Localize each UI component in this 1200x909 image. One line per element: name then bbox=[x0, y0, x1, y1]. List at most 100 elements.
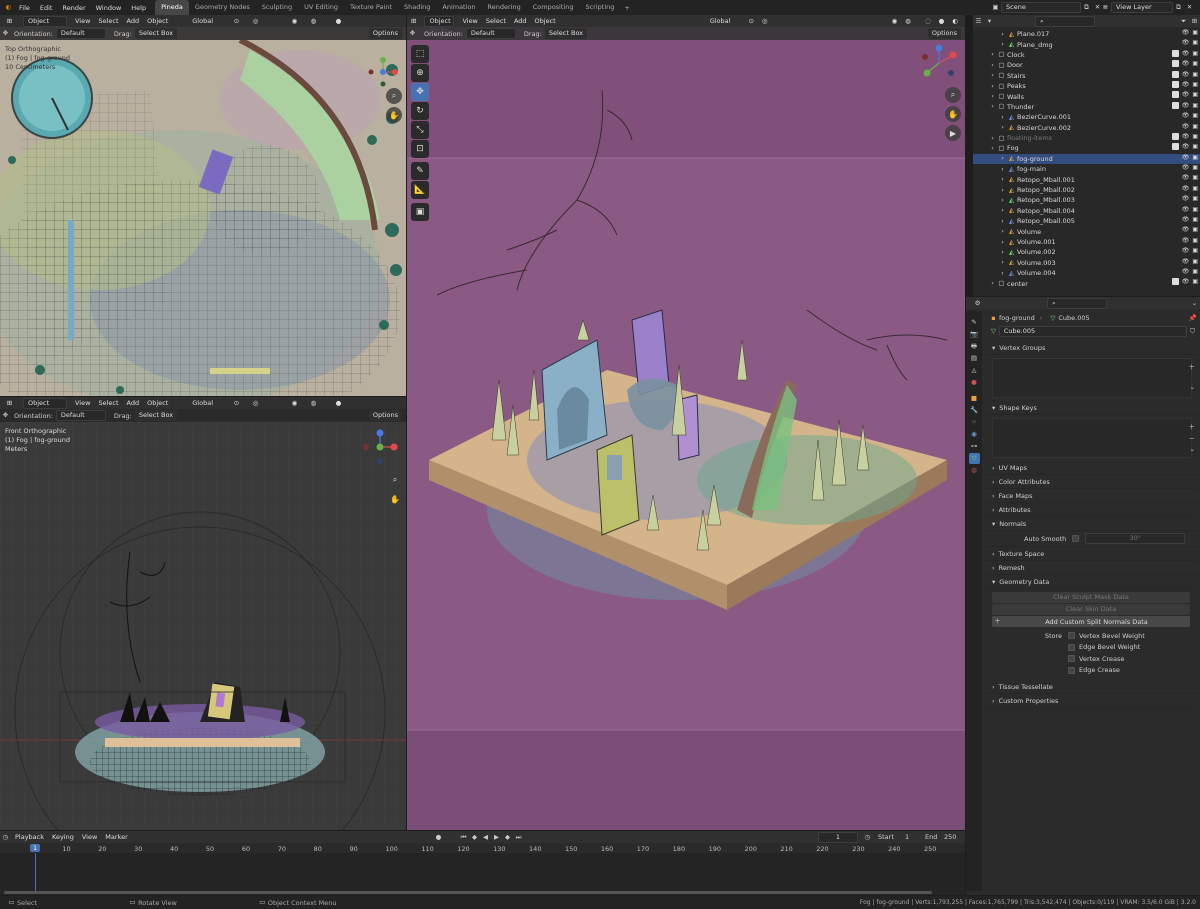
snap-icon[interactable]: ⊙ bbox=[748, 16, 753, 27]
expand-icon[interactable]: › bbox=[989, 60, 996, 71]
store-option-checkbox[interactable] bbox=[1068, 666, 1075, 674]
mode-dropdown[interactable]: Object Mode bbox=[23, 397, 67, 416]
camera-icon[interactable]: ▶ bbox=[945, 125, 961, 141]
properties-search[interactable]: ⌕ bbox=[1047, 297, 1107, 309]
shading-solid-icon[interactable]: ● bbox=[333, 16, 344, 27]
timeline-menu-marker[interactable]: Marker bbox=[105, 833, 127, 841]
eye-icon[interactable]: 👁 bbox=[1182, 102, 1190, 109]
orientation-dropdown[interactable]: Default bbox=[55, 410, 106, 421]
move-tool-icon[interactable]: ✥ bbox=[411, 83, 429, 101]
render-camera-icon[interactable]: ▣ bbox=[1192, 29, 1198, 36]
start-field[interactable]: 1 bbox=[905, 833, 909, 841]
object-menu[interactable]: Object bbox=[147, 399, 168, 407]
expand-icon[interactable]: › bbox=[999, 164, 1006, 175]
scale-tool-icon[interactable]: ⤡ bbox=[411, 121, 429, 139]
play-reverse-icon[interactable]: ◀ bbox=[480, 832, 491, 843]
zoom-icon[interactable]: ⌕ bbox=[386, 88, 402, 104]
menu-icon[interactable]: ⌄ bbox=[1190, 445, 1195, 453]
render-camera-icon[interactable]: ▣ bbox=[1192, 102, 1198, 109]
expand-icon[interactable]: › bbox=[999, 237, 1006, 248]
options-icon[interactable]: ⌄ bbox=[1189, 298, 1200, 309]
remove-icon[interactable]: － bbox=[1189, 433, 1196, 443]
expand-icon[interactable]: › bbox=[999, 195, 1006, 206]
store-option-checkbox[interactable] bbox=[1068, 632, 1075, 640]
eye-icon[interactable]: 👁 bbox=[1182, 195, 1190, 202]
view-layer-tab-icon[interactable]: ▤ bbox=[969, 353, 980, 364]
expand-icon[interactable]: › bbox=[989, 278, 996, 289]
view-menu[interactable]: View bbox=[75, 399, 90, 407]
view-menu[interactable]: View bbox=[75, 17, 90, 25]
outliner-row[interactable]: › ▢ Fog 👁 ▣ bbox=[973, 143, 1200, 153]
timeline-menu-playback[interactable]: Playback bbox=[15, 833, 44, 841]
select-menu[interactable]: Select bbox=[486, 17, 506, 25]
options-button[interactable]: Options bbox=[368, 28, 402, 39]
render-camera-icon[interactable]: ▣ bbox=[1192, 258, 1198, 265]
expand-icon[interactable]: › bbox=[999, 205, 1006, 216]
world-tab-icon[interactable]: ● bbox=[969, 377, 980, 388]
orientation-dropdown[interactable]: Default bbox=[55, 28, 106, 39]
eye-icon[interactable]: 👁 bbox=[1182, 206, 1190, 213]
expand-icon[interactable]: › bbox=[999, 257, 1006, 268]
view-layer-field[interactable]: View Layer bbox=[1111, 2, 1173, 13]
overlay-icon[interactable]: ◍ bbox=[905, 16, 911, 27]
panel-vertex-groups[interactable]: ▾ Vertex Groups bbox=[984, 341, 1198, 355]
render-camera-icon[interactable]: ▣ bbox=[1192, 185, 1198, 192]
display-mode-icon[interactable]: ▾ bbox=[984, 16, 995, 27]
overlay-icon[interactable]: ◍ bbox=[308, 398, 319, 409]
visibility-icon[interactable]: ◉ bbox=[289, 398, 300, 409]
outliner-row[interactable]: › ▢ floating-items 👁 ▣ bbox=[973, 132, 1200, 143]
transform-orientation-dropdown[interactable]: Global bbox=[192, 17, 213, 25]
visibility-icon[interactable]: ◉ bbox=[289, 16, 300, 27]
object-tab-icon[interactable]: ■ bbox=[969, 393, 980, 404]
object-menu[interactable]: Object bbox=[535, 17, 556, 25]
workspace-tab-uv-editing[interactable]: UV Editing bbox=[298, 0, 344, 15]
eye-icon[interactable]: 👁 bbox=[1182, 278, 1190, 285]
exclude-checkbox[interactable] bbox=[1171, 143, 1179, 151]
drag-dropdown[interactable]: Select Box bbox=[544, 28, 588, 39]
workspace-tab-rendering[interactable]: Rendering bbox=[482, 0, 527, 15]
select-menu[interactable]: Select bbox=[98, 17, 118, 25]
outliner-row[interactable]: › ◭ Retopo_Mball.001 👁 ▣ bbox=[973, 174, 1200, 184]
outliner-row[interactable]: › ◭ Volume.003 👁 ▣ bbox=[973, 258, 1200, 268]
panel-shape-keys[interactable]: ▾ Shape Keys bbox=[984, 401, 1198, 415]
panel-color-attributes[interactable]: › Color Attributes bbox=[984, 475, 1198, 489]
expand-icon[interactable]: › bbox=[989, 49, 996, 60]
add-menu[interactable]: Add bbox=[127, 399, 140, 407]
fake-user-icon[interactable]: ⛉ bbox=[1187, 326, 1198, 337]
auto-smooth-angle[interactable]: 30° bbox=[1085, 533, 1186, 544]
render-camera-icon[interactable]: ▣ bbox=[1192, 247, 1198, 254]
panel-normals[interactable]: ▾ Normals bbox=[984, 517, 1198, 531]
visibility-icon[interactable]: ◉ bbox=[892, 16, 898, 27]
mesh-name-field[interactable]: Cube.005 bbox=[998, 326, 1188, 337]
clear-sculpt-mask-button[interactable]: Clear Sculpt Mask Data bbox=[992, 592, 1190, 603]
render-camera-icon[interactable]: ▣ bbox=[1192, 143, 1198, 150]
panel-custom-properties[interactable]: › Custom Properties bbox=[984, 694, 1198, 708]
outliner-row[interactable]: › ▢ Clock 👁 ▣ bbox=[973, 49, 1200, 60]
eye-icon[interactable]: 👁 bbox=[1182, 164, 1190, 171]
render-camera-icon[interactable]: ▣ bbox=[1192, 216, 1198, 223]
expand-icon[interactable]: › bbox=[999, 112, 1006, 123]
menu-file[interactable]: File bbox=[19, 4, 30, 12]
overlay-icon[interactable]: ◍ bbox=[308, 16, 319, 27]
render-camera-icon[interactable]: ▣ bbox=[1192, 123, 1198, 130]
expand-icon[interactable]: › bbox=[999, 174, 1006, 185]
filter-icon[interactable]: ⏷ bbox=[1178, 16, 1189, 27]
menu-window[interactable]: Window bbox=[96, 4, 122, 12]
shading-wire-icon[interactable]: ◌ bbox=[925, 16, 931, 27]
eye-icon[interactable]: 👁 bbox=[1182, 268, 1190, 275]
navigation-gizmo[interactable] bbox=[362, 429, 398, 465]
add-icon[interactable]: ＋ bbox=[1189, 361, 1196, 371]
record-icon[interactable]: ● bbox=[433, 832, 444, 843]
eye-icon[interactable]: 👁 bbox=[1182, 123, 1190, 130]
modifier-tab-icon[interactable]: 🔧 bbox=[969, 405, 980, 416]
navigation-gizmo[interactable] bbox=[919, 43, 959, 83]
workspace-tab-geometry-nodes[interactable]: Geometry Nodes bbox=[189, 0, 256, 15]
view-menu[interactable]: View bbox=[462, 17, 477, 25]
outliner-row[interactable]: › ◭ Plane_dmg 👁 ▣ bbox=[973, 39, 1200, 49]
proportional-icon[interactable]: ◎ bbox=[250, 398, 261, 409]
render-camera-icon[interactable]: ▣ bbox=[1192, 195, 1198, 202]
new-collection-icon[interactable]: ⊞ bbox=[1189, 16, 1200, 27]
zoom-icon[interactable]: ⌕ bbox=[945, 87, 961, 103]
eye-icon[interactable]: 👁 bbox=[1182, 216, 1190, 223]
particles-tab-icon[interactable]: ⁘ bbox=[969, 417, 980, 428]
